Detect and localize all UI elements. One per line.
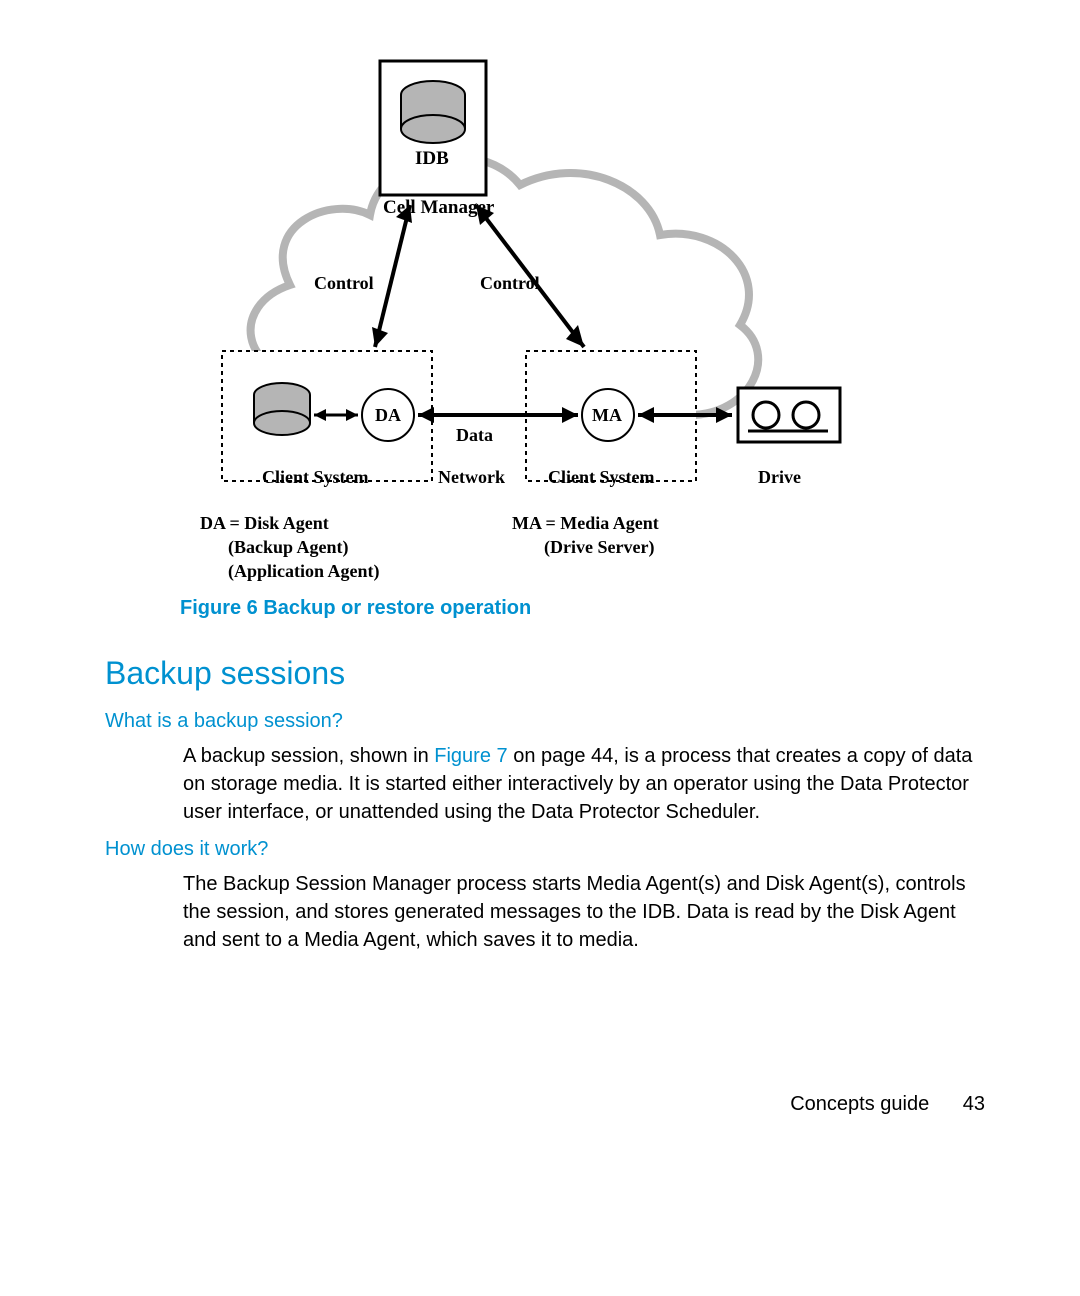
paragraph-2: The Backup Session Manager process start… <box>183 870 973 954</box>
subheading-how-does-it-work: How does it work? <box>105 838 268 861</box>
diagram-label-idb: IDB <box>415 148 449 170</box>
figure-7-link[interactable]: Figure 7 <box>434 745 507 767</box>
diagram-label-control-left: Control <box>314 273 374 294</box>
figure-caption: Figure 6 Backup or restore operation <box>180 597 531 620</box>
subheading-what-is: What is a backup session? <box>105 710 343 733</box>
diagram-legend-ma-1: MA = Media Agent <box>512 513 659 534</box>
diagram-legend-ma-2: (Drive Server) <box>544 537 654 558</box>
paragraph-1: A backup session, shown in Figure 7 on p… <box>183 742 973 826</box>
diagram-label-network: Network <box>438 467 505 488</box>
diagram-legend-da-1: DA = Disk Agent <box>200 513 329 534</box>
section-heading-backup-sessions: Backup sessions <box>105 655 345 692</box>
footer-title: Concepts guide <box>790 1093 929 1115</box>
diagram-label-da: DA <box>375 405 401 426</box>
page: IDB Cell Manager Control Control DA MA D… <box>0 0 1080 1296</box>
diagram-label-drive: Drive <box>758 467 801 488</box>
diagram-label-client-left: Client System <box>262 467 369 488</box>
diagram-label-client-right: Client System <box>548 467 655 488</box>
diagram-legend-da-2: (Backup Agent) <box>228 537 349 558</box>
footer-page-number: 43 <box>963 1093 985 1115</box>
diagram-legend-da-3: (Application Agent) <box>228 561 380 582</box>
page-footer: Concepts guide 43 <box>790 1093 985 1116</box>
diagram-label-control-right: Control <box>480 273 540 294</box>
diagram-label-ma: MA <box>592 405 622 426</box>
figure-diagram: IDB Cell Manager Control Control DA MA D… <box>180 55 900 600</box>
diagram-label-data: Data <box>456 425 493 446</box>
para1-pre: A backup session, shown in <box>183 745 434 767</box>
diagram-label-cell-manager: Cell Manager <box>383 197 494 219</box>
